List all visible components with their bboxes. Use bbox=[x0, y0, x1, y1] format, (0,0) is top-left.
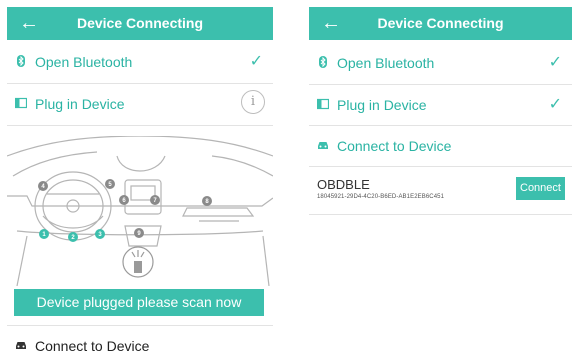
screen-connect-to-device: ← Device Connecting Open Bluetooth ✓ Plu… bbox=[309, 7, 572, 222]
scan-now-button[interactable]: Device plugged please scan now bbox=[14, 289, 264, 316]
connect-button[interactable]: Connect bbox=[516, 177, 565, 200]
step-open-bluetooth: Open Bluetooth ✓ bbox=[7, 42, 273, 82]
info-icon[interactable]: i bbox=[241, 90, 265, 114]
step-connect-to-device: Connect to Device bbox=[7, 326, 273, 364]
device-name: OBDBLE bbox=[317, 177, 370, 192]
step-label: Connect to Device bbox=[35, 338, 150, 354]
header-bar: ← Device Connecting bbox=[7, 7, 273, 40]
step-label: Connect to Device bbox=[337, 138, 452, 154]
obd-plug-icon bbox=[122, 246, 154, 278]
car-icon bbox=[16, 342, 26, 349]
step-label: Plug in Device bbox=[35, 96, 125, 112]
car-icon bbox=[318, 142, 328, 149]
divider bbox=[7, 125, 273, 126]
bluetooth-icon bbox=[17, 55, 25, 67]
dashboard-illustration: 1 2 3 4 5 6 7 8 9 bbox=[7, 136, 273, 286]
screen-plug-in-device: ← Device Connecting Open Bluetooth ✓ Plu… bbox=[7, 7, 273, 364]
page-title: Device Connecting bbox=[377, 15, 504, 31]
device-list-item: OBDBLE 18045921-29D4-4C20-B6ED-AB1E2EB6C… bbox=[309, 167, 572, 213]
step-open-bluetooth: Open Bluetooth ✓ bbox=[309, 43, 572, 83]
step-label: Open Bluetooth bbox=[35, 54, 133, 70]
check-icon: ✓ bbox=[249, 53, 263, 70]
step-label: Open Bluetooth bbox=[337, 55, 435, 71]
check-icon: ✓ bbox=[548, 54, 562, 71]
step-plug-in-device: Plug in Device i bbox=[7, 84, 273, 124]
divider bbox=[309, 214, 572, 215]
page-title: Device Connecting bbox=[76, 15, 204, 31]
plug-device-icon bbox=[15, 97, 27, 109]
bluetooth-icon bbox=[319, 56, 327, 68]
step-label: Plug in Device bbox=[337, 97, 427, 113]
header-bar: ← Device Connecting bbox=[309, 7, 572, 40]
step-connect-to-device: Connect to Device bbox=[309, 126, 572, 166]
step-plug-in-device: Plug in Device ✓ bbox=[309, 85, 572, 125]
plug-device-icon bbox=[317, 98, 329, 110]
check-icon: ✓ bbox=[548, 96, 562, 113]
device-id: 18045921-29D4-4C20-B6ED-AB1E2EB6C451 bbox=[317, 194, 445, 200]
